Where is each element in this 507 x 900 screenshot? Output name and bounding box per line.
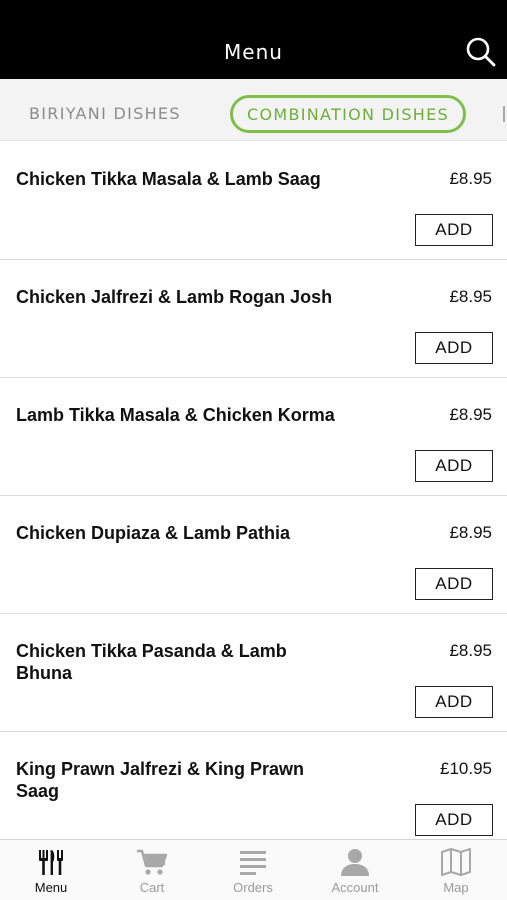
nav-menu[interactable]: Menu [11,846,91,900]
item-price: £8.95 [449,405,492,424]
item-price: £8.95 [449,523,492,542]
item-name: Chicken Tikka Pasanda & Lamb Bhuna [16,641,287,683]
bottom-tab-bar: Menu Cart Orders Account Map [0,839,507,900]
item-price: £8.95 [449,169,492,188]
item-name: Chicken Dupiaza & Lamb Pathia [16,523,291,543]
add-button[interactable]: ADD [415,568,493,600]
fork-knife-icon [39,850,63,875]
add-button[interactable]: ADD [415,450,493,482]
nav-orders[interactable]: Orders [213,846,293,900]
menu-item-row: Chicken Dupiaza & Lamb Pathia £8.95 ADD [0,496,507,614]
add-button[interactable]: ADD [415,332,493,364]
menu-item-row: Chicken Tikka Pasanda & Lamb Bhuna £8.95… [0,614,507,732]
add-button[interactable]: ADD [415,804,493,836]
menu-item-row: Lamb Tikka Masala & Chicken Korma £8.95 … [0,378,507,496]
nav-label: Account [331,880,379,895]
nav-label: Map [443,880,469,895]
add-button[interactable]: ADD [415,686,493,718]
list-icon [240,851,266,875]
item-price: £10.95 [440,759,492,778]
nav-cart[interactable]: Cart [112,846,192,900]
item-name: Lamb Tikka Masala & Chicken Korma [16,405,335,425]
item-name: Chicken Jalfrezi & Lamb Rogan Josh [16,287,333,307]
nav-label: Cart [139,880,165,895]
menu-item-row: Chicken Tikka Masala & Lamb Saag £8.95 A… [0,142,507,260]
nav-label: Orders [233,880,273,895]
person-icon [341,849,369,876]
cart-icon [137,849,168,875]
nav-account[interactable]: Account [315,846,395,900]
page-title: Menu [224,40,283,64]
item-name: King Prawn Jalfrezi & King Prawn Saag [16,759,305,801]
category-tabs: BIRIYANI DISHES COMBINATION DISHES [0,79,507,141]
item-price: £8.95 [449,287,492,306]
nav-map[interactable]: Map [416,846,496,900]
tab-biriyani-dishes[interactable]: BIRIYANI DISHES [29,94,181,134]
map-icon [441,848,471,876]
top-navigation-bar: Menu [0,0,507,79]
tab-combination-dishes[interactable]: COMBINATION DISHES [230,95,466,133]
add-button[interactable]: ADD [415,214,493,246]
nav-label: Menu [34,880,68,895]
menu-item-row: King Prawn Jalfrezi & King Prawn Saag £1… [0,732,507,839]
menu-item-row: Chicken Jalfrezi & Lamb Rogan Josh £8.95… [0,260,507,378]
item-price: £8.95 [449,641,492,660]
tab-next-partial[interactable] [503,94,507,122]
menu-item-list: Chicken Tikka Masala & Lamb Saag £8.95 A… [0,142,507,839]
search-icon[interactable] [465,36,497,68]
item-name: Chicken Tikka Masala & Lamb Saag [16,169,321,189]
